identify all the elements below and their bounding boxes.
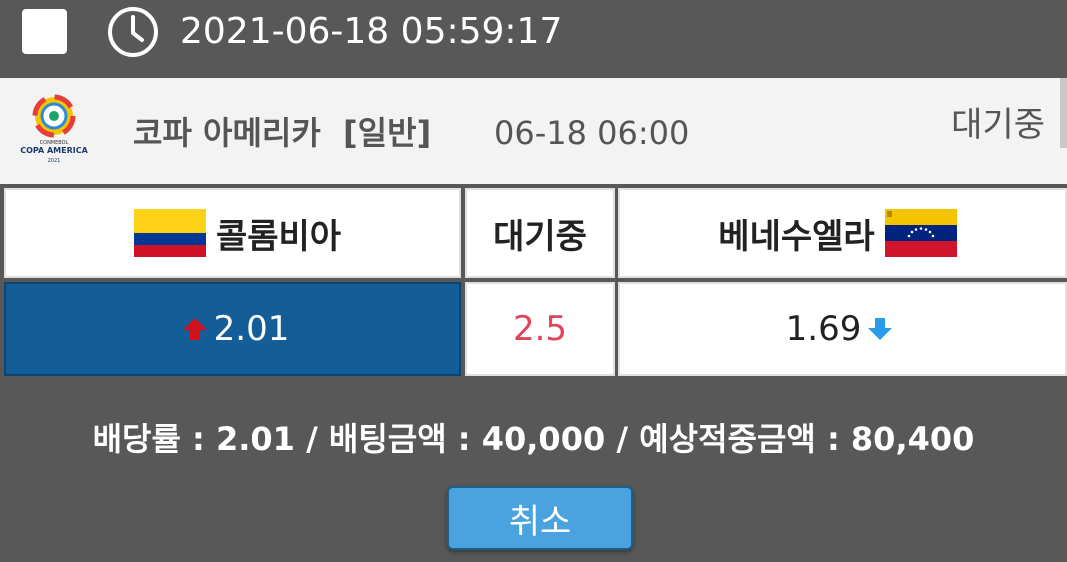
draw-label-cell: 대기중 [465, 188, 615, 278]
current-datetime: 2021-06-18 05:59:17 [180, 11, 563, 52]
match-status: 대기중 [951, 105, 1045, 145]
home-team-cell: 콜롬비아 [4, 188, 461, 278]
draw-odd-button[interactable]: 2.5 [465, 282, 615, 376]
away-odd-value: 1.69 [785, 309, 862, 349]
venezuela-flag-icon [884, 209, 957, 257]
kickoff-time: 06-18 06:00 [494, 114, 690, 152]
home-odd-button[interactable]: 2.01 [4, 282, 461, 376]
away-team-name: 베네수엘라 [718, 216, 875, 257]
draw-status-label: 대기중 [493, 216, 587, 257]
away-odd-button[interactable]: 1.69 [618, 282, 1067, 376]
clock-icon [108, 7, 158, 57]
logo-title-text: COPA AMERICA [20, 146, 88, 155]
cancel-button[interactable]: 취소 [447, 486, 633, 550]
bet-summary: 배당률 : 2.01 / 배팅금액 : 40,000 / 예상적중금액 : 80… [92, 420, 975, 458]
logo-year-text: 2021 [48, 158, 61, 164]
top-bar: 2021-06-18 05:59:17 [0, 0, 1067, 76]
copa-america-logo: CONMEBOL COPA AMERICA 2021 [20, 94, 89, 164]
draw-odd-value: 2.5 [512, 309, 568, 349]
select-checkbox[interactable] [22, 9, 67, 54]
arrow-down-icon [868, 318, 893, 340]
home-team-name: 콜롬비아 [215, 216, 342, 257]
league-name: 코파 아메리카 [일반] [133, 114, 432, 152]
colombia-flag-icon [133, 209, 206, 257]
home-odd-value: 2.01 [213, 309, 290, 349]
scrollbar[interactable] [1060, 78, 1067, 148]
arrow-up-icon [182, 318, 207, 340]
away-team-cell: 베네수엘라 [618, 188, 1067, 278]
